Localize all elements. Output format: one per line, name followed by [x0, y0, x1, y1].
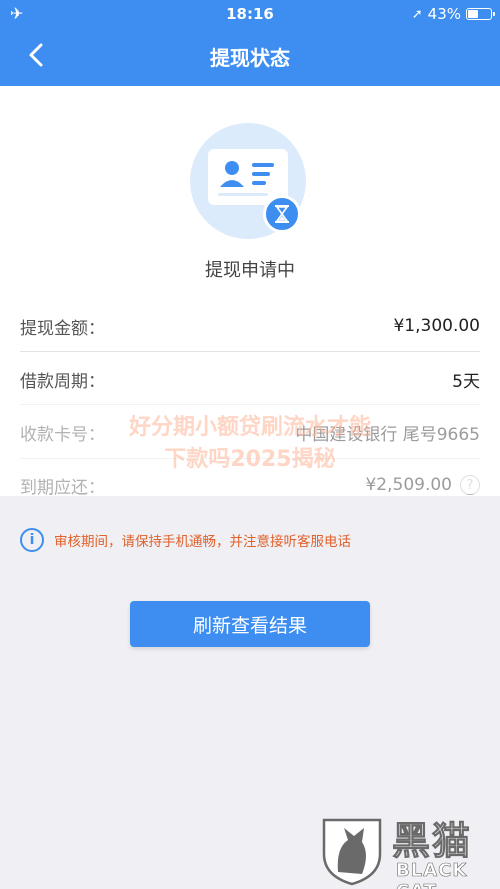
- hourglass-icon: [263, 195, 301, 233]
- detail-value: ¥1,300.00: [393, 316, 480, 336]
- detail-row-amount: 提现金额： ¥1,300.00: [20, 301, 480, 351]
- cat-shield-icon: [322, 818, 382, 886]
- status-label: 提现申请中: [205, 260, 295, 281]
- detail-label: 收款卡号：: [20, 424, 105, 445]
- logo-cn: 黑猫: [391, 819, 473, 864]
- detail-value: 5天: [452, 371, 480, 392]
- detail-value: 中国建设银行 尾号9665: [295, 424, 480, 445]
- battery-percent: 43%: [427, 5, 461, 23]
- battery-icon: [466, 8, 495, 20]
- detail-row-card: 收款卡号： 中国建设银行 尾号9665: [20, 407, 480, 457]
- logo-en: BLACK CAT: [396, 860, 468, 889]
- divider: [20, 458, 480, 459]
- detail-label: 借款周期：: [20, 371, 105, 392]
- refresh-result-button[interactable]: 刷新查看结果: [130, 601, 370, 647]
- nav-header: ✈ 18:16 ➚ 43% 提现状态: [0, 0, 500, 86]
- page-title: 提现状态: [210, 46, 290, 70]
- notice-text: 审核期间，请保持手机通畅，并注意接听客服电话: [54, 534, 351, 550]
- pending-illustration: [190, 123, 306, 239]
- status-bar: ✈ 18:16 ➚ 43%: [0, 0, 500, 28]
- black-cat-logo: 黑猫 BLACK CAT: [318, 808, 498, 889]
- detail-row-due: 到期应还： ¥2,509.00 ?: [20, 460, 480, 510]
- help-icon[interactable]: ?: [460, 475, 480, 495]
- detail-value: ¥2,509.00 ?: [365, 475, 480, 495]
- detail-label: 提现金额：: [20, 318, 105, 339]
- review-notice: i 审核期间，请保持手机通畅，并注意接听客服电话: [20, 526, 490, 554]
- divider: [20, 351, 480, 352]
- location-icon: ➚: [411, 6, 423, 22]
- status-right: ➚ 43%: [411, 5, 495, 23]
- divider: [20, 404, 480, 405]
- detail-row-term: 借款周期： 5天: [20, 354, 480, 404]
- detail-label: 到期应还：: [20, 477, 105, 498]
- info-icon: i: [20, 528, 44, 552]
